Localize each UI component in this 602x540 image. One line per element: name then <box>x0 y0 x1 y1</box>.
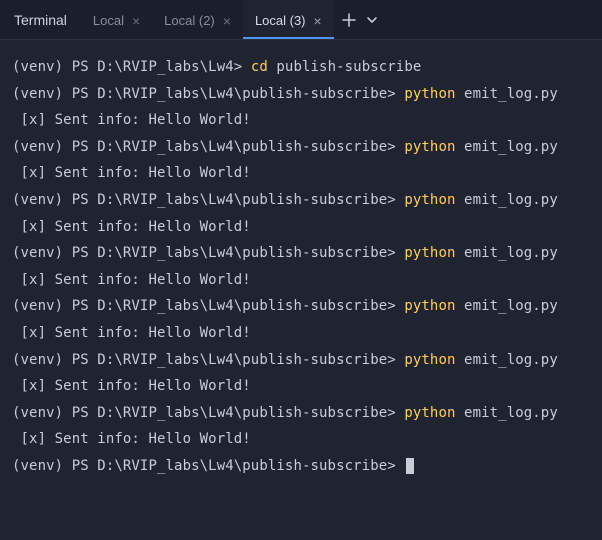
tab-local-3[interactable]: Local (3) × <box>243 0 334 39</box>
terminal-line: [x] Sent info: Hello World! <box>12 426 590 453</box>
panel-title: Terminal <box>0 12 81 28</box>
close-icon[interactable]: × <box>223 14 231 28</box>
terminal-line: (venv) PS D:\RVIP_labs\Lw4\publish-subsc… <box>12 240 590 267</box>
terminal-line: [x] Sent info: Hello World! <box>12 107 590 134</box>
terminal-line: (venv) PS D:\RVIP_labs\Lw4\publish-subsc… <box>12 400 590 427</box>
terminal-line: (venv) PS D:\RVIP_labs\Lw4\publish-subsc… <box>12 347 590 374</box>
terminal-line: (venv) PS D:\RVIP_labs\Lw4\publish-subsc… <box>12 293 590 320</box>
tab-actions <box>334 13 386 27</box>
terminal-line: (venv) PS D:\RVIP_labs\Lw4\publish-subsc… <box>12 187 590 214</box>
terminal-tab-bar: Terminal Local × Local (2) × Local (3) × <box>0 0 602 40</box>
terminal-line: [x] Sent info: Hello World! <box>12 214 590 241</box>
tab-label: Local (2) <box>164 13 215 28</box>
close-icon[interactable]: × <box>132 14 140 28</box>
close-icon[interactable]: × <box>314 14 322 28</box>
tab-local-1[interactable]: Local × <box>81 0 152 39</box>
terminal-line: [x] Sent info: Hello World! <box>12 267 590 294</box>
terminal-line: [x] Sent info: Hello World! <box>12 320 590 347</box>
terminal-line: (venv) PS D:\RVIP_labs\Lw4\publish-subsc… <box>12 134 590 161</box>
terminal-line: (venv) PS D:\RVIP_labs\Lw4\publish-subsc… <box>12 453 590 480</box>
tab-local-2[interactable]: Local (2) × <box>152 0 243 39</box>
new-tab-icon[interactable] <box>342 13 356 27</box>
cursor-icon <box>406 458 414 474</box>
terminal-line: [x] Sent info: Hello World! <box>12 160 590 187</box>
tab-label: Local <box>93 13 124 28</box>
terminal-output[interactable]: (venv) PS D:\RVIP_labs\Lw4> cd publish-s… <box>0 40 602 490</box>
tab-label: Local (3) <box>255 13 306 28</box>
terminal-line: (venv) PS D:\RVIP_labs\Lw4> cd publish-s… <box>12 54 590 81</box>
terminal-line: [x] Sent info: Hello World! <box>12 373 590 400</box>
terminal-line: (venv) PS D:\RVIP_labs\Lw4\publish-subsc… <box>12 81 590 108</box>
chevron-down-icon[interactable] <box>366 14 378 26</box>
